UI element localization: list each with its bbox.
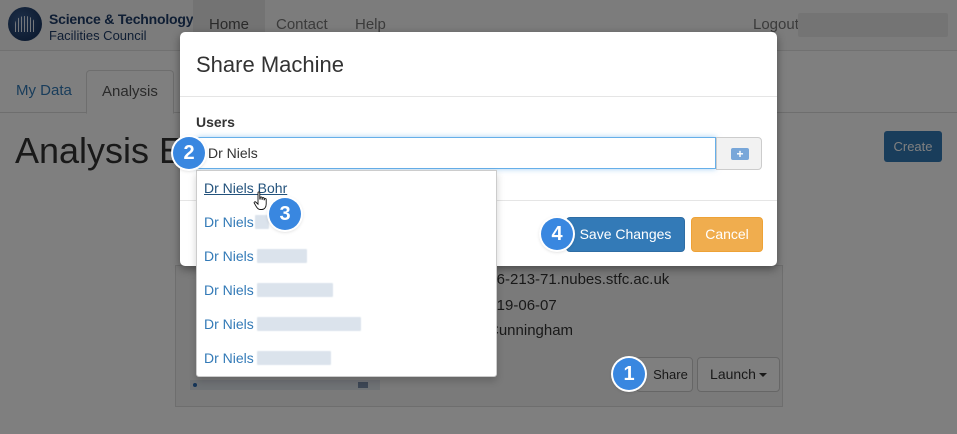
step-marker-4: 4	[541, 218, 573, 250]
add-user-button[interactable]: +	[716, 137, 762, 170]
modal-title: Share Machine	[196, 52, 344, 77]
users-label: Users	[196, 114, 235, 130]
step-marker-3: 3	[269, 198, 301, 230]
suggestion-item[interactable]: Dr Niels	[197, 205, 496, 239]
suggestion-name: Dr Niels Bohr	[204, 180, 288, 196]
suggestion-item[interactable]: Dr Niels	[197, 307, 496, 341]
redacted-surname	[257, 351, 331, 365]
user-suggestions-dropdown: Dr Niels Bohr Dr Niels Dr Niels Dr Niels…	[196, 170, 497, 377]
suggestion-item[interactable]: Dr Niels Bohr	[197, 171, 496, 205]
redacted-surname	[257, 317, 361, 331]
save-changes-button[interactable]: Save Changes	[566, 217, 685, 252]
suggestion-item[interactable]: Dr Niels	[197, 239, 496, 273]
suggestion-name: Dr Niels	[204, 214, 254, 230]
redacted-surname	[257, 249, 307, 263]
redacted-surname	[257, 283, 333, 297]
cancel-button[interactable]: Cancel	[691, 217, 763, 252]
suggestion-name: Dr Niels	[204, 316, 254, 332]
step-marker-2: 2	[173, 137, 205, 169]
suggestion-name: Dr Niels	[204, 350, 254, 366]
suggestion-item[interactable]: Dr Niels	[197, 273, 496, 307]
suggestion-name: Dr Niels	[204, 282, 254, 298]
redacted-surname	[255, 215, 269, 229]
suggestion-item[interactable]: Dr Niels	[197, 341, 496, 375]
step-marker-1: 1	[613, 358, 645, 390]
suggestion-name: Dr Niels	[204, 248, 254, 264]
hand-cursor-icon	[253, 191, 267, 210]
modal-header-divider	[180, 96, 777, 97]
users-search-input[interactable]	[196, 137, 716, 169]
plus-icon: +	[731, 148, 749, 160]
